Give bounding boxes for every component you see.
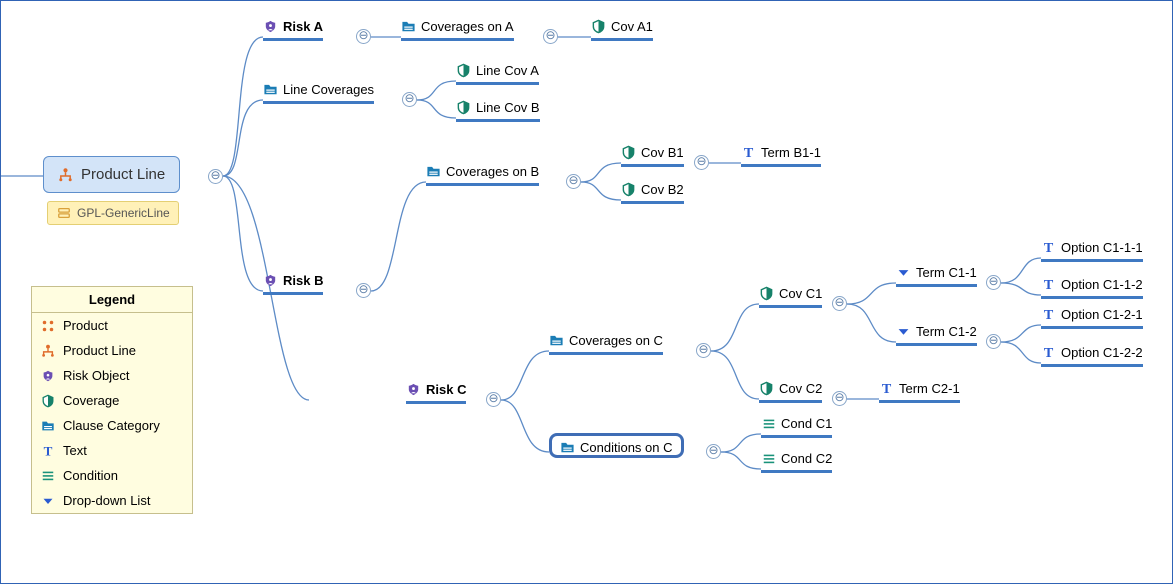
condition-icon	[761, 417, 776, 431]
collapse-toggle[interactable]: ⊖	[543, 29, 558, 44]
node-line-cov-a[interactable]: Line Cov A	[456, 63, 539, 85]
shield-icon	[40, 394, 55, 408]
node-risk-b[interactable]: Risk B	[263, 273, 323, 295]
legend-title: Legend	[32, 287, 192, 313]
dropdown-icon	[896, 325, 911, 338]
folder-icon	[549, 333, 564, 348]
product-line-icon	[58, 167, 73, 183]
risk-icon	[40, 369, 55, 383]
collapse-toggle[interactable]: ⊖	[486, 392, 501, 407]
legend-row: Text	[32, 438, 192, 463]
node-option-c1-1-2[interactable]: Option C1-1-2	[1041, 277, 1143, 299]
root-label: Product Line	[81, 166, 165, 183]
node-cov-c1[interactable]: Cov C1	[759, 286, 822, 308]
text-icon	[1041, 240, 1056, 255]
collapse-toggle[interactable]: ⊖	[986, 334, 1001, 349]
node-product-line[interactable]: Product Line	[43, 156, 180, 193]
shield-icon	[621, 145, 636, 160]
legend-row: Coverage	[32, 388, 192, 413]
collapse-toggle[interactable]: ⊖	[208, 169, 223, 184]
collapse-toggle[interactable]: ⊖	[356, 29, 371, 44]
condition-icon	[761, 452, 776, 466]
node-risk-c[interactable]: Risk C	[406, 382, 466, 404]
text-icon	[879, 381, 894, 396]
text-icon	[741, 145, 756, 160]
product-line-icon	[40, 344, 55, 358]
node-coverages-on-c[interactable]: Coverages on C	[549, 333, 663, 355]
shield-icon	[456, 100, 471, 115]
subtype-icon	[56, 206, 71, 220]
node-term-b1-1[interactable]: Term B1-1	[741, 145, 821, 167]
text-icon	[1041, 277, 1056, 292]
folder-icon	[40, 419, 55, 433]
condition-icon	[40, 469, 55, 483]
shield-icon	[621, 182, 636, 197]
node-cov-a1[interactable]: Cov A1	[591, 19, 653, 41]
node-coverages-on-b[interactable]: Coverages on B	[426, 164, 539, 186]
node-risk-a[interactable]: Risk A	[263, 19, 323, 41]
mindmap-canvas[interactable]: Product Line GPL-GenericLine ⊖ Risk A ⊖ …	[0, 0, 1173, 584]
legend-row: Risk Object	[32, 363, 192, 388]
folder-icon	[560, 440, 575, 455]
risk-icon	[263, 273, 278, 288]
risk-icon	[406, 382, 421, 397]
legend-row: Condition	[32, 463, 192, 488]
node-term-c1-2[interactable]: Term C1-2	[896, 324, 977, 346]
collapse-toggle[interactable]: ⊖	[706, 444, 721, 459]
shield-icon	[456, 63, 471, 78]
text-icon	[1041, 345, 1056, 360]
node-cond-c2[interactable]: Cond C2	[761, 451, 832, 473]
node-term-c2-1[interactable]: Term C2-1	[879, 381, 960, 403]
node-cov-c2[interactable]: Cov C2	[759, 381, 822, 403]
folder-icon	[401, 19, 416, 34]
node-term-c1-1[interactable]: Term C1-1	[896, 265, 977, 287]
legend-row: Drop-down List	[32, 488, 192, 513]
subtype-badge: GPL-GenericLine	[47, 201, 179, 225]
node-option-c1-2-2[interactable]: Option C1-2-2	[1041, 345, 1143, 367]
collapse-toggle[interactable]: ⊖	[986, 275, 1001, 290]
product-icon	[40, 319, 55, 333]
collapse-toggle[interactable]: ⊖	[832, 391, 847, 406]
node-option-c1-1-1[interactable]: Option C1-1-1	[1041, 240, 1143, 262]
collapse-toggle[interactable]: ⊖	[694, 155, 709, 170]
legend-panel: Legend Product Product Line Risk Object …	[31, 286, 193, 514]
collapse-toggle[interactable]: ⊖	[696, 343, 711, 358]
collapse-toggle[interactable]: ⊖	[832, 296, 847, 311]
shield-icon	[591, 19, 606, 34]
folder-icon	[263, 82, 278, 97]
risk-icon	[263, 19, 278, 34]
node-line-coverages[interactable]: Line Coverages	[263, 82, 374, 104]
node-line-cov-b[interactable]: Line Cov B	[456, 100, 540, 122]
collapse-toggle[interactable]: ⊖	[402, 92, 417, 107]
node-cov-b1[interactable]: Cov B1	[621, 145, 684, 167]
legend-row: Product Line	[32, 338, 192, 363]
dropdown-icon	[40, 495, 55, 507]
node-option-c1-2-1[interactable]: Option C1-2-1	[1041, 307, 1143, 329]
legend-row: Product	[32, 313, 192, 338]
shield-icon	[759, 381, 774, 396]
dropdown-icon	[896, 266, 911, 279]
node-coverages-on-a[interactable]: Coverages on A	[401, 19, 514, 41]
text-icon	[40, 444, 55, 458]
node-conditions-on-c[interactable]: Conditions on C	[549, 433, 684, 458]
collapse-toggle[interactable]: ⊖	[356, 283, 371, 298]
node-cov-b2[interactable]: Cov B2	[621, 182, 684, 204]
collapse-toggle[interactable]: ⊖	[566, 174, 581, 189]
shield-icon	[759, 286, 774, 301]
text-icon	[1041, 307, 1056, 322]
legend-row: Clause Category	[32, 413, 192, 438]
folder-icon	[426, 164, 441, 179]
node-cond-c1[interactable]: Cond C1	[761, 416, 832, 438]
